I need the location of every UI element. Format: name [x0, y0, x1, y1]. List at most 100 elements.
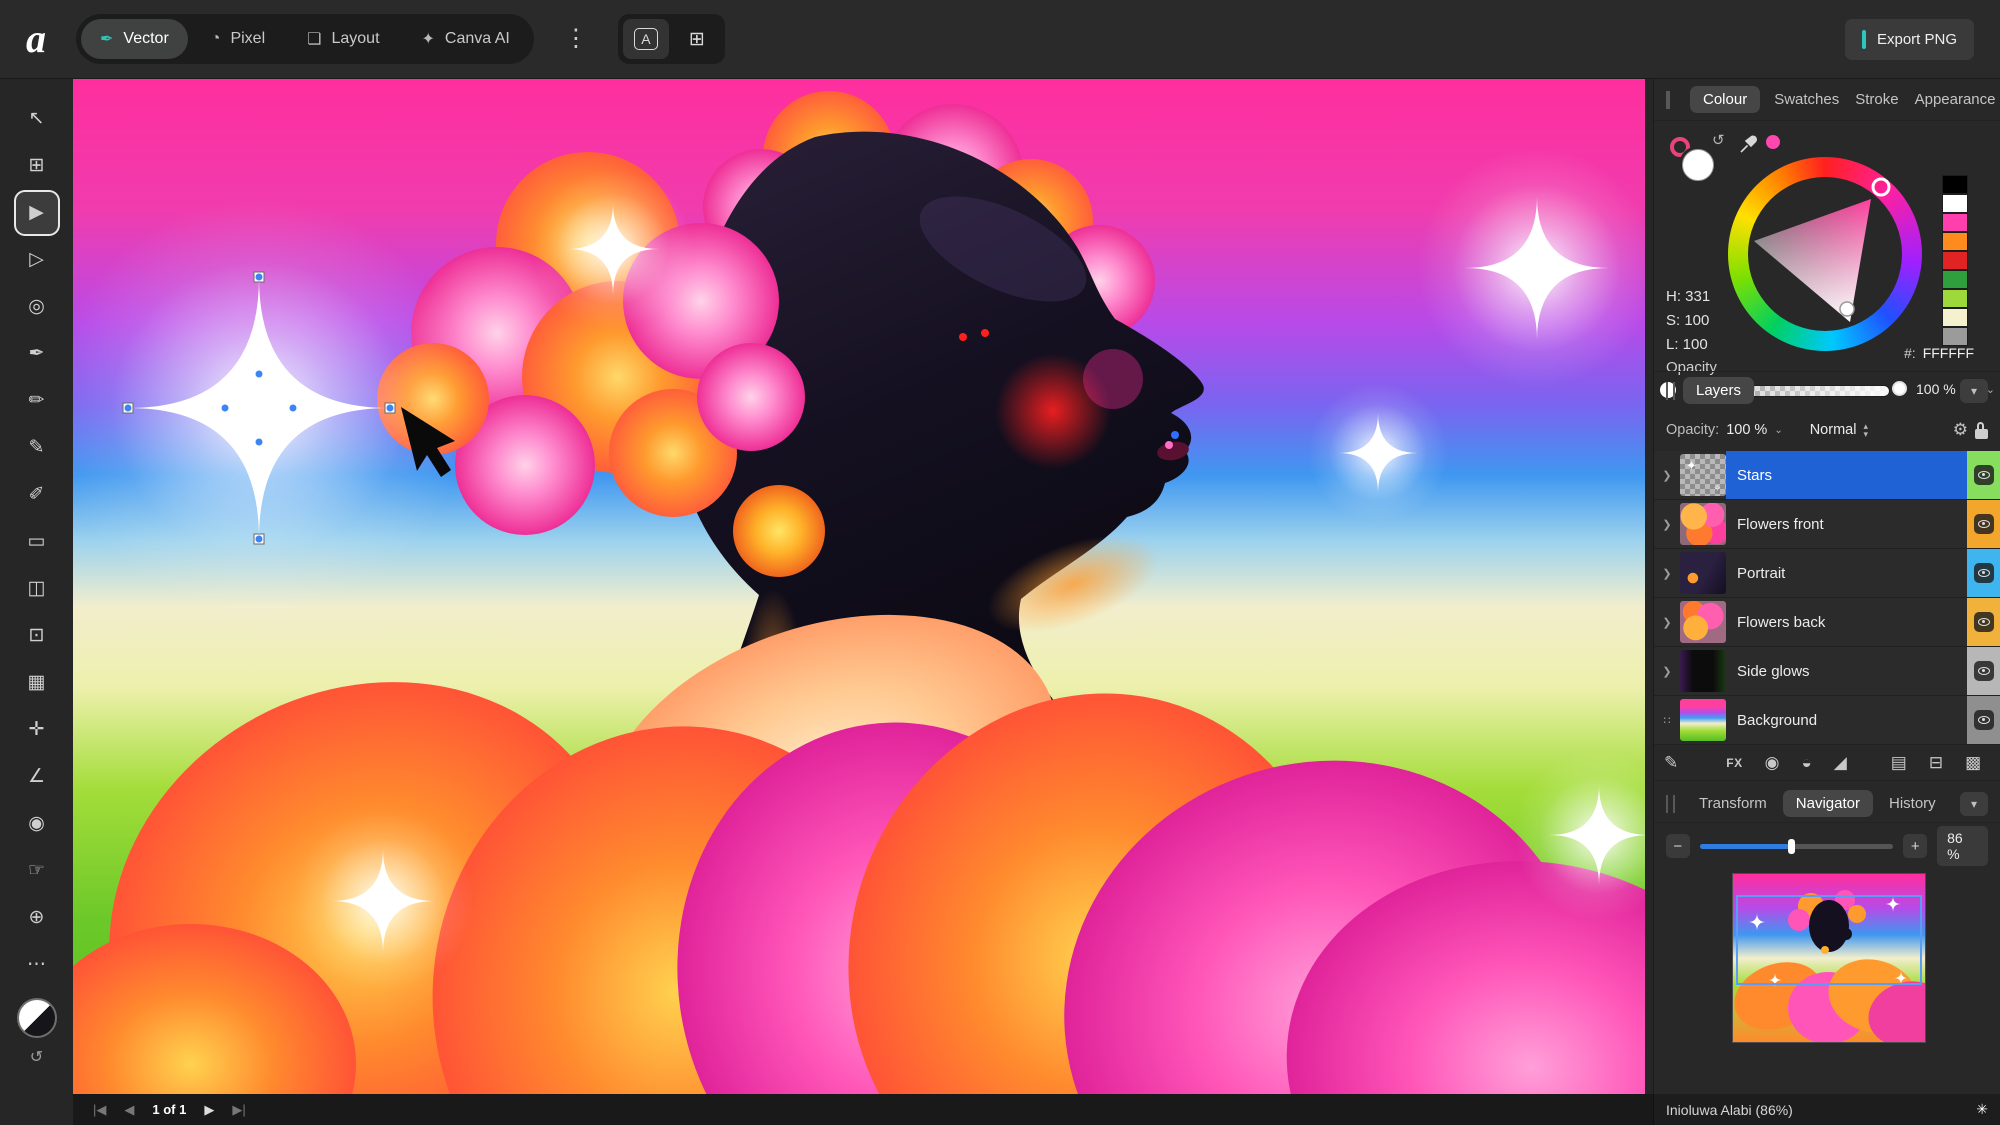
zoom-slider-knob[interactable] — [1788, 839, 1795, 854]
artboard-canvas[interactable] — [73, 79, 1645, 1094]
tab-appearance[interactable]: Appearance — [1913, 86, 1998, 113]
selection-tool[interactable]: ▶ — [16, 192, 58, 234]
visibility-eye-icon[interactable] — [1974, 465, 1994, 485]
triangle-knob[interactable] — [1840, 302, 1854, 316]
new-image-layer-button[interactable]: ▤ — [1891, 753, 1907, 773]
tab-navigator[interactable]: Navigator — [1783, 790, 1873, 817]
layer-row-portrait[interactable]: ❯ Portrait — [1654, 549, 2000, 598]
visibility-eye-icon[interactable] — [1974, 710, 1994, 730]
fill-stroke-swatch[interactable] — [17, 998, 57, 1038]
layer-settings-gear-icon[interactable]: ⚙ — [1953, 420, 1968, 440]
layer-colour-tag[interactable] — [1967, 500, 2000, 548]
drag-handle-icon[interactable]: ∷ — [1654, 696, 1680, 744]
tab-stroke[interactable]: Stroke — [1853, 86, 1900, 113]
apps-grid-button[interactable]: ⊞ — [674, 19, 720, 59]
previous-page-button[interactable]: ◀ — [124, 1102, 134, 1118]
layer-thumbnail[interactable]: ✦✧ — [1680, 454, 1726, 496]
swatch[interactable] — [1942, 175, 1968, 194]
shape-tool[interactable]: ▭ — [16, 521, 58, 563]
tab-history[interactable]: History — [1887, 790, 1938, 817]
tab-canva-ai[interactable]: ✦ Canva AI — [403, 19, 529, 59]
marquee-tool[interactable]: ◎ — [16, 286, 58, 328]
swatch[interactable] — [1942, 213, 1968, 232]
layer-thumbnail[interactable] — [1680, 552, 1726, 594]
layer-colour-tag[interactable] — [1967, 647, 2000, 695]
expand-chevron-icon[interactable]: ❯ — [1654, 451, 1680, 499]
text-styles-button[interactable]: A — [623, 19, 669, 59]
collapse-layers-button[interactable]: ▾ — [1960, 379, 1988, 403]
layer-thumbnail[interactable] — [1680, 601, 1726, 643]
expand-chevron-icon[interactable]: ❯ — [1654, 549, 1680, 597]
asterisk-icon[interactable]: ✳ — [1976, 1101, 1988, 1118]
more-menu-button[interactable]: ⋮ — [564, 27, 588, 51]
layer-row-side-glows[interactable]: ❯ Side glows — [1654, 647, 2000, 696]
move-tool[interactable]: ↖ — [16, 98, 58, 140]
layer-colour-tag[interactable] — [1967, 598, 2000, 646]
shape-builder-tool[interactable]: ◫ — [16, 568, 58, 610]
more-tools-button[interactable]: ⋯ — [16, 944, 58, 986]
layer-opacity-dropdown-icon[interactable]: ⌄ — [1774, 425, 1782, 436]
panel-grip[interactable] — [1666, 91, 1670, 109]
swatch[interactable] — [1942, 251, 1968, 270]
visibility-eye-icon[interactable] — [1974, 612, 1994, 632]
pencil-tool[interactable]: ✏ — [16, 380, 58, 422]
tab-swatches[interactable]: Swatches — [1772, 86, 1841, 113]
layer-row-background[interactable]: ∷ Background — [1654, 696, 2000, 745]
layer-name[interactable]: Stars — [1726, 451, 1967, 499]
layer-row-flowers-back[interactable]: ❯ Flowers back — [1654, 598, 2000, 647]
layer-row-stars[interactable]: ❯ ✦✧ Stars — [1654, 451, 2000, 500]
swatch[interactable] — [1942, 194, 1968, 213]
visibility-eye-icon[interactable] — [1974, 661, 1994, 681]
colour-wheel[interactable] — [1728, 157, 1922, 351]
layer-thumbnail[interactable] — [1680, 503, 1726, 545]
layer-name[interactable]: Flowers back — [1726, 598, 1967, 646]
zoom-out-button[interactable]: − — [1666, 834, 1690, 858]
layer-name[interactable]: Portrait — [1726, 549, 1967, 597]
fill-colour-indicator[interactable] — [1682, 149, 1714, 181]
swatch[interactable] — [1942, 289, 1968, 308]
layer-lock-icon[interactable] — [1975, 429, 1988, 439]
adjustment-layer-button[interactable]: ◒ — [1801, 753, 1811, 773]
first-page-button[interactable]: |◀ — [93, 1102, 106, 1118]
image-tool[interactable]: ▦ — [16, 662, 58, 704]
visibility-eye-icon[interactable] — [1974, 563, 1994, 583]
eyedropper-icon[interactable] — [1738, 135, 1758, 155]
app-logo[interactable]: a — [26, 19, 46, 59]
tab-pixel[interactable]: ◔ Pixel — [192, 20, 284, 58]
swatch[interactable] — [1942, 308, 1968, 327]
expand-chevron-icon[interactable]: ❯ — [1654, 500, 1680, 548]
pen-tool[interactable]: ✒ — [16, 333, 58, 375]
layer-thumbnail[interactable] — [1680, 699, 1726, 741]
expand-chevron-icon[interactable]: ❯ — [1654, 647, 1680, 695]
hue-knob[interactable] — [1873, 179, 1889, 195]
swap-fill-stroke-icon[interactable]: ↺ — [1712, 131, 1725, 149]
layer-name[interactable]: Flowers front — [1726, 500, 1967, 548]
zoom-in-button[interactable]: + — [1903, 834, 1927, 858]
layer-opacity-value[interactable]: 100 % — [1726, 422, 1767, 438]
tab-vector[interactable]: ✒ Vector — [81, 19, 188, 59]
layer-colour-tag[interactable] — [1967, 549, 2000, 597]
zoom-tool[interactable]: ⊕ — [16, 897, 58, 939]
zoom-slider[interactable] — [1700, 844, 1894, 849]
paint-brush-tool[interactable]: ✐ — [16, 474, 58, 516]
adjust-tool[interactable]: ✛ — [16, 709, 58, 751]
layer-colour-tag[interactable] — [1967, 696, 2000, 744]
zoom-value[interactable]: 86 % — [1937, 826, 1988, 866]
visibility-eye-icon[interactable] — [1974, 514, 1994, 534]
next-page-button[interactable]: ▶ — [204, 1102, 214, 1118]
tab-colour[interactable]: Colour — [1690, 86, 1760, 113]
vector-brush-tool[interactable]: ✎ — [16, 427, 58, 469]
swap-colours-icon[interactable]: ↺ — [30, 1047, 43, 1067]
panel-grip[interactable] — [1666, 382, 1675, 400]
swatch[interactable] — [1942, 270, 1968, 289]
swatch[interactable] — [1942, 327, 1968, 346]
new-group-button[interactable]: ⊟ — [1929, 753, 1943, 773]
last-page-button[interactable]: ▶| — [232, 1102, 245, 1118]
blend-mode-stepper[interactable]: ▴ ▾ — [1863, 422, 1868, 438]
measure-tool[interactable]: ∠ — [16, 756, 58, 798]
edit-all-layers-button[interactable]: ✎ — [1664, 753, 1678, 773]
mask-layer-button[interactable]: ◉ — [1765, 753, 1780, 773]
tab-transform[interactable]: Transform — [1697, 790, 1769, 817]
new-layer-button[interactable]: ▩ — [1965, 753, 1981, 773]
navigator-preview[interactable] — [1732, 873, 1926, 1043]
